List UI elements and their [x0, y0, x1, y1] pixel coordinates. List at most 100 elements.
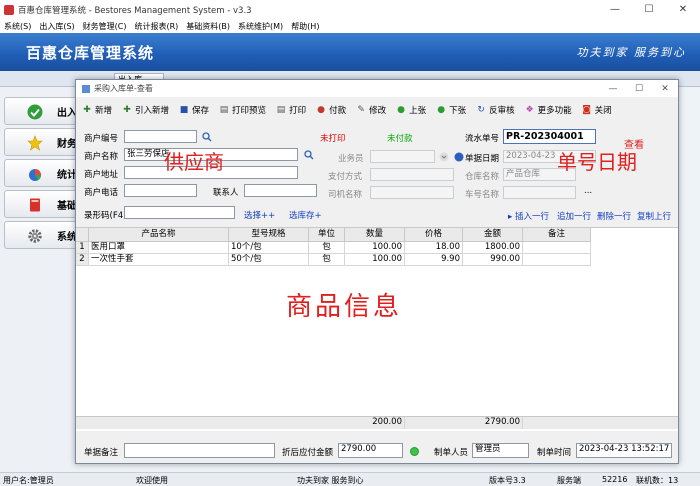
col-header-price[interactable]: 价格: [405, 228, 463, 242]
toolbar-print-preview-button[interactable]: ▤ 打印预览: [219, 104, 266, 116]
toolbar-more-button[interactable]: ❖ 更多功能: [525, 104, 572, 116]
phone-field[interactable]: [124, 184, 197, 197]
contact-field[interactable]: [244, 184, 317, 197]
status-user: 用户名:管理员: [3, 476, 54, 485]
maximize-button[interactable]: ☐: [632, 0, 666, 19]
toolbar-button-label: 付款: [329, 106, 347, 116]
col-header-qty[interactable]: 数量: [345, 228, 405, 242]
maker-label: 制单人员: [434, 448, 469, 458]
cell-price[interactable]: 18.00: [405, 242, 463, 254]
dialog-maximize-button[interactable]: ☐: [626, 80, 652, 97]
gear-icon: [28, 229, 42, 243]
maker-field[interactable]: 管理员: [472, 443, 529, 458]
status-connections: 联机数：13: [636, 476, 679, 485]
total-amount: 2790.00: [463, 417, 523, 429]
cell-amount[interactable]: 990.00: [463, 254, 523, 266]
sidebar-item-reports[interactable]: 统计报表: [4, 159, 80, 187]
cell-remark[interactable]: [523, 254, 591, 266]
serial-no-field[interactable]: PR-202304001: [503, 129, 596, 144]
search-icon[interactable]: [202, 132, 212, 142]
menu-help[interactable]: 帮助(H): [291, 21, 319, 32]
menu-finance[interactable]: 财务管理(C): [83, 21, 127, 32]
minimize-button[interactable]: —: [598, 0, 632, 19]
menu-inout[interactable]: 出入库(S): [39, 21, 74, 32]
dialog-icon: [82, 84, 90, 93]
banner-title: 百惠仓库管理系统: [26, 43, 155, 62]
toolbar-edit-button[interactable]: ✎ 修改: [356, 104, 386, 116]
col-header-spec[interactable]: 型号规格: [229, 228, 309, 242]
col-header-unit[interactable]: 单位: [309, 228, 345, 242]
cell-spec[interactable]: 10个/包: [229, 242, 309, 254]
search-icon[interactable]: [304, 150, 314, 160]
cell-qty[interactable]: 100.00: [345, 254, 405, 266]
cell-spec[interactable]: 50个/包: [229, 254, 309, 266]
menu-reports[interactable]: 统计报表(R): [134, 21, 178, 32]
driver-label: 司机名称: [328, 190, 363, 200]
payment-status: 未付款: [387, 134, 413, 144]
app-banner: 百惠仓库管理系统 功夫到家 服务到心: [0, 33, 700, 71]
sidebar-item-maintenance[interactable]: 系统维护: [4, 221, 80, 249]
close-window-button[interactable]: ✕: [666, 0, 700, 19]
phone-label: 商户电话: [84, 188, 119, 198]
table-totals-row: 200.00 2790.00: [76, 416, 678, 429]
sidebar-item-inout[interactable]: 出入库: [4, 97, 80, 125]
append-row-link[interactable]: 追加一行: [557, 210, 591, 222]
toolbar-plus-button[interactable]: ✚ 新增: [82, 104, 112, 116]
payment-icon: ●: [317, 105, 325, 115]
delete-row-link[interactable]: 删除一行: [597, 210, 631, 222]
col-header-name[interactable]: 产品名称: [89, 228, 229, 242]
window-controls: — ☐ ✕: [598, 0, 700, 19]
chevron-down-icon[interactable]: [439, 152, 449, 162]
cell-amount[interactable]: 1800.00: [463, 242, 523, 254]
toolbar-save-button[interactable]: ■ 保存: [179, 104, 209, 116]
sidebar-item-basic[interactable]: 基础资料: [4, 190, 80, 218]
sidebar-item-finance[interactable]: 财务管理: [4, 128, 80, 156]
col-header-remark[interactable]: 备注: [523, 228, 591, 242]
cell-name[interactable]: 医用口罩: [89, 242, 229, 254]
menu-system[interactable]: 系统(S): [4, 21, 31, 32]
toolbar-button-label: 更多功能: [537, 106, 572, 116]
dialog-minimize-button[interactable]: —: [600, 80, 626, 97]
supplier-code-field[interactable]: [124, 130, 197, 143]
cell-unit[interactable]: 包: [309, 242, 345, 254]
toolbar-unapprove-button[interactable]: ↻ 反审核: [476, 104, 514, 116]
date-picker-icon[interactable]: [454, 152, 464, 162]
menu-basic-data[interactable]: 基础资料(B): [186, 21, 230, 32]
menu-maintenance[interactable]: 系统维护(M): [238, 21, 283, 32]
toolbar-print-button[interactable]: ▤ 打印: [276, 104, 306, 116]
toolbar-next-button[interactable]: ● 下张: [436, 104, 466, 116]
barcode-label: 录形码(F4): [84, 211, 127, 221]
select-stock-link[interactable]: 选库存+: [289, 209, 322, 221]
warehouse-label: 仓库名称: [465, 172, 500, 182]
select-link[interactable]: 选择++: [244, 209, 275, 221]
print-icon: ▤: [276, 105, 286, 115]
cell-name[interactable]: 一次性手套: [89, 254, 229, 266]
cell-price[interactable]: 9.90: [405, 254, 463, 266]
insert-row-link[interactable]: ▸ 插入一行: [508, 210, 549, 222]
star-icon: [27, 135, 43, 151]
toolbar-prev-button[interactable]: ● 上张: [396, 104, 426, 116]
menu-bar: 系统(S) 出入库(S) 财务管理(C) 统计报表(R) 基础资料(B) 系统维…: [0, 19, 700, 33]
col-header-amount[interactable]: 金额: [463, 228, 523, 242]
plate-select[interactable]: [503, 186, 576, 199]
payable-field[interactable]: 2790.00: [338, 443, 403, 458]
toolbar-payment-button[interactable]: ● 付款: [316, 104, 346, 116]
toolbar-button-label: 引入新增: [135, 106, 170, 116]
time-field[interactable]: 2023-04-23 13:52:17: [576, 443, 672, 458]
cell-remark[interactable]: [523, 242, 591, 254]
status-service: 服务端: [557, 476, 581, 485]
cell-qty[interactable]: 100.00: [345, 242, 405, 254]
banner-slogan: 功夫到家 服务到心: [576, 46, 686, 59]
toolbar-import-button[interactable]: ✚ 引入新增: [122, 104, 169, 116]
payment-method-select[interactable]: [370, 168, 454, 181]
remark-field[interactable]: [124, 443, 275, 458]
cell-unit[interactable]: 包: [309, 254, 345, 266]
salesman-select[interactable]: [370, 150, 435, 163]
copy-row-link[interactable]: 复制上行: [637, 210, 671, 222]
pie-chart-icon: [29, 169, 41, 181]
barcode-input[interactable]: [124, 206, 235, 219]
toolbar-close-button[interactable]: ◙ 关闭: [582, 104, 611, 116]
plate-more-button[interactable]: ...: [584, 186, 592, 196]
driver-select[interactable]: [370, 186, 454, 199]
dialog-close-button[interactable]: ✕: [652, 80, 678, 97]
